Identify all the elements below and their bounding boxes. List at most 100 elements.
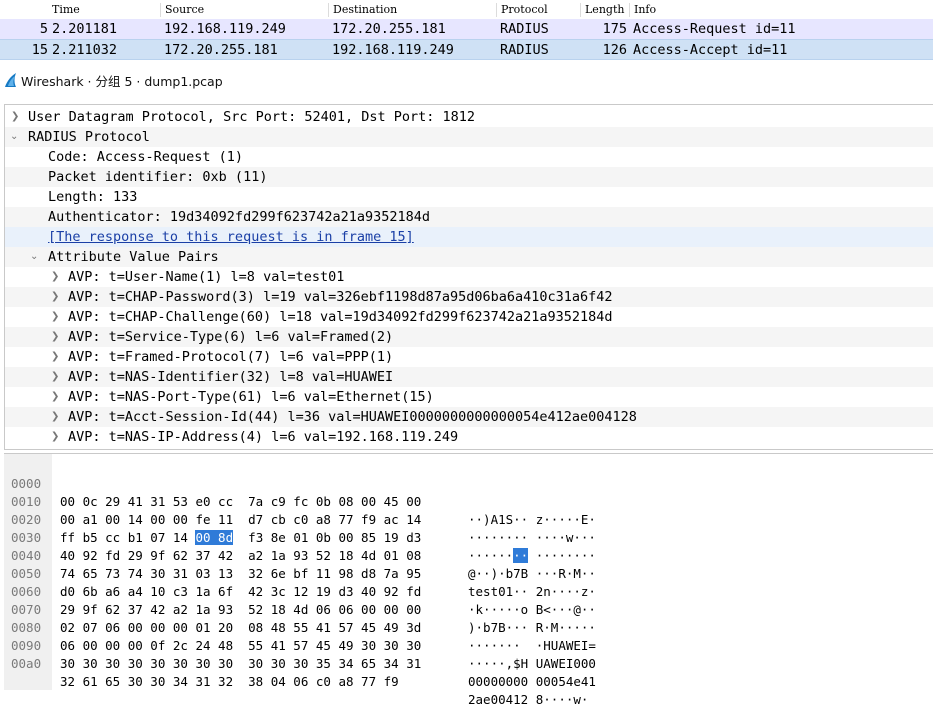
packet-source: 192.168.119.249 [164,21,286,37]
column-header-length[interactable]: Length [580,3,631,17]
hex-bytes-left: 32 61 65 30 30 34 31 32 [60,674,234,689]
tree-item-avp[interactable]: ❯ AVP: t=Service-Type(6) l=6 val=Framed(… [5,327,933,347]
hex-row[interactable]: 00a0 32 61 65 30 30 34 31 32 38 04 06 c0… [4,637,933,707]
tree-item-label: AVP: t=NAS-IP-Address(4) l=6 val=192.168… [68,429,459,445]
hex-bytes-left: 30 30 30 30 30 30 30 30 [60,656,234,671]
column-header-protocol[interactable]: Protocol [496,3,581,17]
packet-bytes-pane[interactable]: 0000 00 0c 29 41 31 53 e0 cc 7a c9 fc 0b… [4,453,933,707]
packet-length: 126 [602,42,627,58]
ascii-left: ·····,$H [468,656,529,671]
hex-row[interactable]: 0080 06 00 00 00 0f 2c 24 48 55 41 57 45… [4,601,933,671]
chevron-right-icon[interactable]: ❯ [51,272,61,282]
tree-item-label: RADIUS Protocol [28,129,150,145]
hex-row[interactable]: 0040 74 65 73 74 30 31 03 13 32 6e bf 11… [4,529,933,599]
chevron-down-icon[interactable]: ⌄ [30,252,40,262]
tree-item-label: Attribute Value Pairs [48,249,219,265]
packet-destination: 172.20.255.181 [332,21,446,37]
tree-item-label: AVP: t=CHAP-Challenge(60) l=18 val=19d34… [68,309,613,325]
hex-row[interactable]: 0050 d0 6b a6 a4 10 c3 1a 6f 42 3c 12 19… [4,547,933,617]
hex-row[interactable]: 0020 ff b5 cc b1 07 14 00 8d f3 8e 01 0b… [4,493,933,563]
hex-bytes[interactable]: 30 30 30 30 30 30 30 30 30 30 30 35 34 6… [60,655,421,673]
ascii-left: 00000000 [468,674,529,689]
tree-item-authenticator[interactable]: Authenticator: 19d34092fd299f623742a21a9… [5,207,933,227]
chevron-right-icon[interactable]: ❯ [51,352,61,362]
tree-item-label: AVP: t=Service-Type(6) l=6 val=Framed(2) [68,329,394,345]
tree-item-avp[interactable]: ❯ AVP: t=Acct-Session-Id(44) l=36 val=HU… [5,407,933,427]
tree-item-label: AVP: t=Framed-Protocol(7) l=6 val=PPP(1) [68,349,394,365]
chevron-right-icon[interactable]: ❯ [51,312,61,322]
tree-item-label: AVP: t=NAS-Identifier(32) l=8 val=HUAWEI [68,369,394,385]
chevron-right-icon[interactable]: ❯ [51,292,61,302]
tree-item-label: Authenticator: 19d34092fd299f623742a21a9… [48,209,431,225]
ascii-bytes[interactable]: ·····,$H UAWEI000 [468,655,596,673]
tree-item-label: User Datagram Protocol, Src Port: 52401,… [28,109,476,125]
wireshark-fin-icon [5,73,16,87]
packet-info: Access-Request id=11 [633,21,796,37]
tree-item-response-link[interactable]: [The response to this request is in fram… [5,227,933,247]
column-header-info[interactable]: Info [629,3,933,17]
packet-time: 2.211032 [52,42,118,58]
packet-list-header: Time Source Destination Protocol Length … [0,0,933,20]
tree-item-udp[interactable]: ❯ User Datagram Protocol, Src Port: 5240… [5,107,933,127]
tree-item-avp[interactable]: ❯ AVP: t=Framed-Protocol(7) l=6 val=PPP(… [5,347,933,367]
chevron-down-icon[interactable]: ⌄ [10,132,20,142]
packet-row[interactable]: 5 2.201181 192.168.119.249 172.20.255.18… [0,19,933,39]
packet-number: 15 [31,42,48,58]
chevron-right-icon[interactable]: ❯ [51,392,61,402]
packet-protocol: RADIUS [500,42,549,58]
chevron-right-icon[interactable]: ❯ [51,432,61,442]
packet-protocol: RADIUS [500,21,549,37]
tree-item-label: Packet identifier: 0xb (11) [48,169,268,185]
packet-destination: 192.168.119.249 [332,42,454,58]
tree-item-label: AVP: t=Acct-Session-Id(44) l=36 val=HUAW… [68,409,637,425]
packet-list: Time Source Destination Protocol Length … [0,0,933,62]
tree-item-avp[interactable]: ❯ AVP: t=NAS-IP-Address(4) l=6 val=192.1… [5,427,933,447]
ascii-right: 00054e41 [535,674,596,689]
hex-offset: 00a0 [11,656,42,671]
tree-item-label: AVP: t=CHAP-Password(3) l=19 val=326ebf1… [68,289,613,305]
tree-item-label: AVP: t=User-Name(1) l=8 val=test01 [68,269,345,285]
column-header-source[interactable]: Source [160,3,329,17]
tree-item-attribute-value-pairs[interactable]: ⌄ Attribute Value Pairs [5,247,933,267]
tree-item-radius[interactable]: ⌄ RADIUS Protocol [5,127,933,147]
response-frame-link[interactable]: [The response to this request is in fram… [48,227,414,247]
hex-row[interactable]: 0090 30 30 30 30 30 30 30 30 30 30 30 35… [4,619,933,689]
chevron-right-icon[interactable]: ❯ [51,332,61,342]
packet-time: 2.201181 [52,21,118,37]
packet-details-tree: ❯ User Datagram Protocol, Src Port: 5240… [4,104,933,450]
chevron-right-icon[interactable]: ❯ [51,372,61,382]
tree-item-code[interactable]: Code: Access-Request (1) [5,147,933,167]
tree-item-avp[interactable]: ❯ AVP: t=NAS-Identifier(32) l=8 val=HUAW… [5,367,933,387]
tree-item-packet-identifier[interactable]: Packet identifier: 0xb (11) [5,167,933,187]
tree-item-avp[interactable]: ❯ AVP: t=CHAP-Password(3) l=19 val=326eb… [5,287,933,307]
chevron-right-icon[interactable]: ❯ [11,112,21,122]
hex-bytes[interactable]: 32 61 65 30 30 34 31 32 38 04 06 c0 a8 7… [60,673,399,691]
ascii-bytes[interactable]: 2ae00412 8····w· [468,691,588,709]
ascii-right: UAWEI000 [535,656,596,671]
packet-source: 172.20.255.181 [164,42,278,58]
packet-info: Access-Accept id=11 [633,42,788,58]
column-header-destination[interactable]: Destination [328,3,497,17]
hex-bytes-right: 30 30 30 35 34 65 34 31 [248,656,422,671]
tree-item-length[interactable]: Length: 133 [5,187,933,207]
tree-item-label: AVP: t=NAS-Port-Type(61) l=6 val=Etherne… [68,389,434,405]
packet-length: 175 [602,21,627,37]
tree-item-avp[interactable]: ❯ AVP: t=NAS-Port-Type(61) l=6 val=Ether… [5,387,933,407]
hex-row[interactable]: 0060 29 9f 62 37 42 a2 1a 93 52 18 4d 06… [4,565,933,635]
tree-item-avp[interactable]: ❯ AVP: t=CHAP-Challenge(60) l=18 val=19d… [5,307,933,327]
packet-row[interactable]: 15 2.211032 172.20.255.181 192.168.119.2… [0,39,933,60]
hex-row[interactable]: 0070 02 07 06 00 00 00 01 20 08 48 55 41… [4,583,933,653]
ascii-right: 8····w· [535,692,589,707]
tree-item-avp[interactable]: ❯ AVP: t=User-Name(1) l=8 val=test01 [5,267,933,287]
hex-row[interactable]: 0010 00 a1 00 14 00 00 fe 11 d7 cb c0 a8… [4,475,933,545]
hex-bytes-right: 38 04 06 c0 a8 77 f9 [248,674,399,689]
ascii-bytes[interactable]: 00000000 00054e41 [468,673,596,691]
packet-number: 5 [39,21,48,37]
packet-window-titlebar: Wireshark · 分组 5 · dump1.pcap [0,62,933,100]
column-header-time[interactable]: Time [48,3,156,17]
tree-item-label: Length: 133 [48,189,138,205]
hex-row[interactable]: 0000 00 0c 29 41 31 53 e0 cc 7a c9 fc 0b… [4,457,933,527]
chevron-right-icon[interactable]: ❯ [51,412,61,422]
hex-row[interactable]: 0030 40 92 fd 29 9f 62 37 42 a2 1a 93 52… [4,511,933,581]
tree-item-label: Code: Access-Request (1) [48,149,244,165]
